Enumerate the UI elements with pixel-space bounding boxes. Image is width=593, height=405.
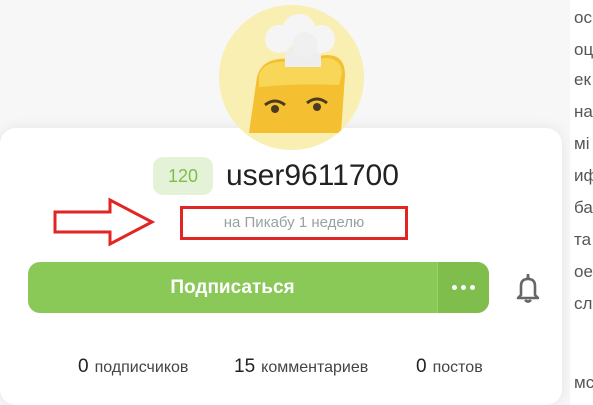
- profile-stats: 0 подписчиков 15 комментариев 0 постов: [0, 352, 562, 382]
- subscribe-button[interactable]: Подписаться: [28, 262, 437, 313]
- more-options-button[interactable]: [437, 262, 489, 313]
- stat-subscribers: 0 подписчиков: [78, 352, 188, 383]
- sidebar-text-fragment: на: [574, 102, 593, 121]
- adjacent-content-column: ос оц ек на мі иф ба та ое сл мс: [570, 0, 593, 405]
- rating-badge: 120: [153, 157, 213, 195]
- sidebar-text-fragment: та: [574, 230, 592, 249]
- sidebar-text-fragment: сл: [574, 294, 593, 313]
- sidebar-text-fragment: мс: [574, 373, 593, 392]
- bell-icon[interactable]: [511, 271, 545, 305]
- sidebar-text-fragment: ба: [574, 198, 593, 217]
- sidebar-text-fragment: оц: [574, 40, 593, 59]
- stat-label: постов: [432, 359, 483, 376]
- stat-count: 0: [416, 356, 427, 377]
- stat-count: 0: [78, 356, 89, 377]
- red-arrow-annotation: [53, 197, 156, 247]
- stat-comments[interactable]: 15 комментариев: [234, 352, 368, 383]
- stat-label: комментариев: [261, 359, 369, 376]
- username: user9611700: [226, 159, 399, 192]
- stat-label: подписчиков: [94, 359, 189, 376]
- sidebar-text-fragment: ос: [574, 8, 592, 27]
- chef-avatar-icon: [219, 5, 364, 150]
- sidebar-text-fragment: ек: [574, 70, 591, 89]
- avatar[interactable]: [219, 5, 364, 150]
- sidebar-text-fragment: иф: [574, 166, 593, 185]
- sidebar-text-fragment: ое: [574, 262, 593, 281]
- member-since-label: на Пикабу 1 неделю: [180, 206, 408, 240]
- sidebar-text-fragment: мі: [574, 134, 590, 153]
- stat-count: 15: [234, 356, 256, 377]
- subscribe-button-group: Подписаться: [28, 262, 489, 313]
- stat-posts[interactable]: 0 постов: [416, 352, 483, 383]
